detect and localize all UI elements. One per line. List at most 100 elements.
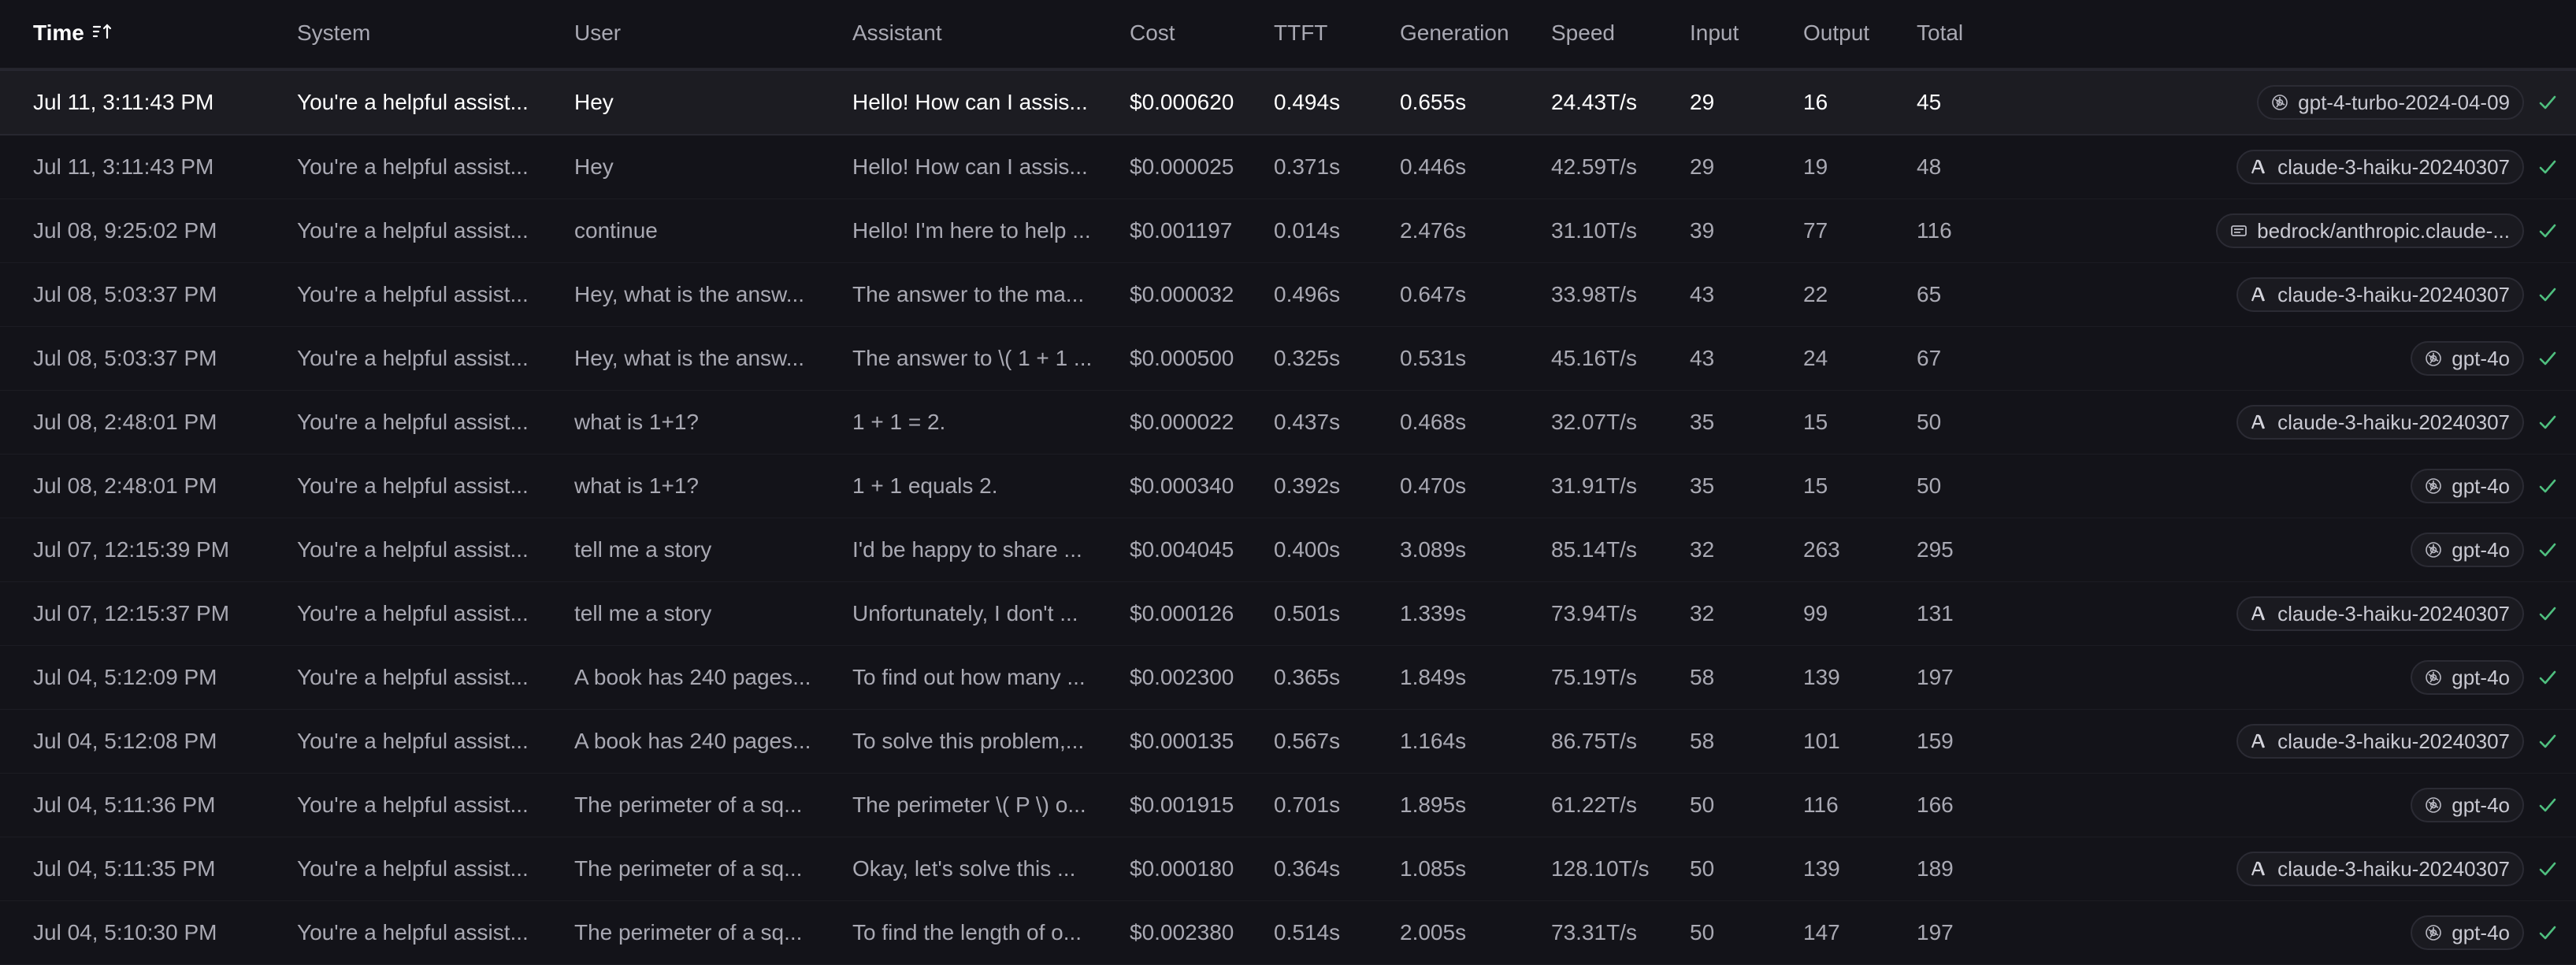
speed-cell: 85.14T/s bbox=[1551, 537, 1637, 562]
system-cell: You're a helpful assist... bbox=[297, 473, 529, 498]
speed-cell: 31.91T/s bbox=[1551, 473, 1637, 498]
generation-cell: 0.647s bbox=[1400, 282, 1467, 306]
model-badge: gpt-4o bbox=[2411, 341, 2524, 376]
assistant-cell: Unfortunately, I don't ... bbox=[852, 601, 1078, 625]
input-tokens-cell: 58 bbox=[1690, 729, 1715, 753]
table-body: Jul 11, 3:11:43 PM You're a helpful assis… bbox=[0, 69, 2576, 965]
model-badge: gpt-4o bbox=[2411, 915, 2524, 950]
assistant-cell: The answer to \( 1 + 1 ... bbox=[852, 346, 1093, 370]
column-header-time[interactable]: Time bbox=[33, 0, 293, 68]
model-badge: gpt-4o bbox=[2411, 533, 2524, 567]
cost-cell: $0.000032 bbox=[1130, 282, 1234, 306]
table-header: Time System User Assistant Cost TTFT Gen… bbox=[0, 0, 2576, 69]
input-tokens-cell: 50 bbox=[1690, 920, 1715, 945]
success-check-icon bbox=[2537, 284, 2559, 306]
user-cell: The perimeter of a sq... bbox=[574, 856, 803, 881]
speed-cell: 32.07T/s bbox=[1551, 410, 1637, 434]
generation-cell: 0.446s bbox=[1400, 154, 1467, 179]
anthropic-icon bbox=[2249, 157, 2270, 177]
total-tokens-cell: 159 bbox=[1917, 729, 1954, 753]
assistant-cell: The answer to the ma... bbox=[852, 282, 1085, 306]
table-row[interactable]: Jul 11, 3:11:43 PM You're a helpful assis… bbox=[0, 69, 2576, 135]
table-row[interactable]: Jul 04, 5:12:09 PM You're a helpful assis… bbox=[0, 646, 2576, 710]
ttft-cell: 0.514s bbox=[1274, 920, 1341, 945]
column-header-assistant[interactable]: Assistant bbox=[852, 0, 1103, 68]
table-row[interactable]: Jul 08, 5:03:37 PM You're a helpful assis… bbox=[0, 263, 2576, 327]
user-cell: Hey bbox=[574, 154, 614, 179]
table-row[interactable]: Jul 04, 5:11:35 PM You're a helpful assis… bbox=[0, 837, 2576, 901]
success-check-icon bbox=[2537, 858, 2559, 880]
assistant-cell: To find out how many ... bbox=[852, 665, 1086, 689]
model-badge: claude-3-haiku-20240307 bbox=[2236, 852, 2524, 886]
system-cell: You're a helpful assist... bbox=[297, 154, 529, 179]
ttft-cell: 0.437s bbox=[1274, 410, 1341, 434]
model-name: gpt-4o bbox=[2452, 473, 2510, 498]
output-tokens-cell: 24 bbox=[1803, 346, 1828, 370]
model-badge: claude-3-haiku-20240307 bbox=[2236, 150, 2524, 184]
generation-cell: 1.339s bbox=[1400, 601, 1467, 625]
table-row[interactable]: Jul 07, 12:15:39 PM You're a helpful assi… bbox=[0, 518, 2576, 582]
output-tokens-cell: 147 bbox=[1803, 920, 1840, 945]
openai-icon bbox=[2423, 540, 2444, 560]
table-row[interactable]: Jul 04, 5:11:36 PM You're a helpful assis… bbox=[0, 774, 2576, 837]
generation-cell: 2.476s bbox=[1400, 218, 1467, 243]
table-row[interactable]: Jul 07, 12:15:37 PM You're a helpful assi… bbox=[0, 582, 2576, 646]
column-header-input[interactable]: Input bbox=[1690, 0, 1784, 68]
model-badge: claude-3-haiku-20240307 bbox=[2236, 596, 2524, 631]
bedrock-icon bbox=[2229, 221, 2249, 241]
cost-cell: $0.000180 bbox=[1130, 856, 1234, 881]
table-row[interactable]: Jul 08, 2:48:01 PM You're a helpful assis… bbox=[0, 391, 2576, 455]
model-name: gpt-4o bbox=[2452, 346, 2510, 370]
column-header-output[interactable]: Output bbox=[1803, 0, 1898, 68]
column-header-user[interactable]: User bbox=[574, 0, 828, 68]
input-tokens-cell: 32 bbox=[1690, 601, 1715, 625]
time-cell: Jul 04, 5:12:09 PM bbox=[33, 665, 217, 689]
column-header-speed[interactable]: Speed bbox=[1551, 0, 1681, 68]
model-name: gpt-4o bbox=[2452, 537, 2510, 562]
total-tokens-cell: 189 bbox=[1917, 856, 1954, 881]
model-badge: gpt-4o bbox=[2411, 788, 2524, 822]
time-cell: Jul 08, 2:48:01 PM bbox=[33, 410, 217, 434]
table-row[interactable]: Jul 04, 5:12:08 PM You're a helpful assis… bbox=[0, 710, 2576, 774]
output-tokens-cell: 77 bbox=[1803, 218, 1828, 243]
assistant-cell: The perimeter \( P \) o... bbox=[852, 792, 1086, 817]
column-header-ttft[interactable]: TTFT bbox=[1274, 0, 1384, 68]
success-check-icon bbox=[2537, 922, 2559, 944]
success-check-icon bbox=[2537, 539, 2559, 561]
column-header-generation[interactable]: Generation bbox=[1400, 0, 1542, 68]
output-tokens-cell: 263 bbox=[1803, 537, 1840, 562]
anthropic-icon bbox=[2249, 284, 2270, 305]
time-cell: Jul 08, 9:25:02 PM bbox=[33, 218, 217, 243]
success-check-icon bbox=[2537, 794, 2559, 816]
column-header-total[interactable]: Total bbox=[1917, 0, 2011, 68]
column-header-cost[interactable]: Cost bbox=[1130, 0, 1248, 68]
total-tokens-cell: 50 bbox=[1917, 410, 1942, 434]
assistant-cell: Okay, let's solve this ... bbox=[852, 856, 1076, 881]
model-name: claude-3-haiku-20240307 bbox=[2277, 282, 2510, 306]
cost-cell: $0.000620 bbox=[1130, 90, 1234, 114]
sort-descending-icon[interactable] bbox=[92, 0, 113, 66]
total-tokens-cell: 50 bbox=[1917, 473, 1942, 498]
table-row[interactable]: Jul 11, 3:11:43 PM You're a helpful assis… bbox=[0, 135, 2576, 199]
speed-cell: 128.10T/s bbox=[1551, 856, 1650, 881]
model-name: bedrock/anthropic.claude-... bbox=[2257, 218, 2510, 243]
generation-cell: 3.089s bbox=[1400, 537, 1467, 562]
table-row[interactable]: Jul 04, 5:10:30 PM You're a helpful assis… bbox=[0, 901, 2576, 965]
model-badge: gpt-4o bbox=[2411, 660, 2524, 695]
column-header-system[interactable]: System bbox=[297, 0, 546, 68]
output-tokens-cell: 16 bbox=[1803, 90, 1828, 114]
output-tokens-cell: 139 bbox=[1803, 665, 1840, 689]
user-cell: A book has 240 pages... bbox=[574, 729, 811, 753]
assistant-cell: Hello! How can I assis... bbox=[852, 154, 1088, 179]
total-tokens-cell: 197 bbox=[1917, 920, 1954, 945]
table-row[interactable]: Jul 08, 2:48:01 PM You're a helpful assis… bbox=[0, 455, 2576, 518]
generation-cell: 0.470s bbox=[1400, 473, 1467, 498]
ttft-cell: 0.365s bbox=[1274, 665, 1341, 689]
table-row[interactable]: Jul 08, 9:25:02 PM You're a helpful assis… bbox=[0, 199, 2576, 263]
input-tokens-cell: 32 bbox=[1690, 537, 1715, 562]
openai-icon bbox=[2270, 92, 2290, 113]
input-tokens-cell: 35 bbox=[1690, 473, 1715, 498]
input-tokens-cell: 43 bbox=[1690, 346, 1715, 370]
table-row[interactable]: Jul 08, 5:03:37 PM You're a helpful assis… bbox=[0, 327, 2576, 391]
success-check-icon bbox=[2537, 411, 2559, 433]
